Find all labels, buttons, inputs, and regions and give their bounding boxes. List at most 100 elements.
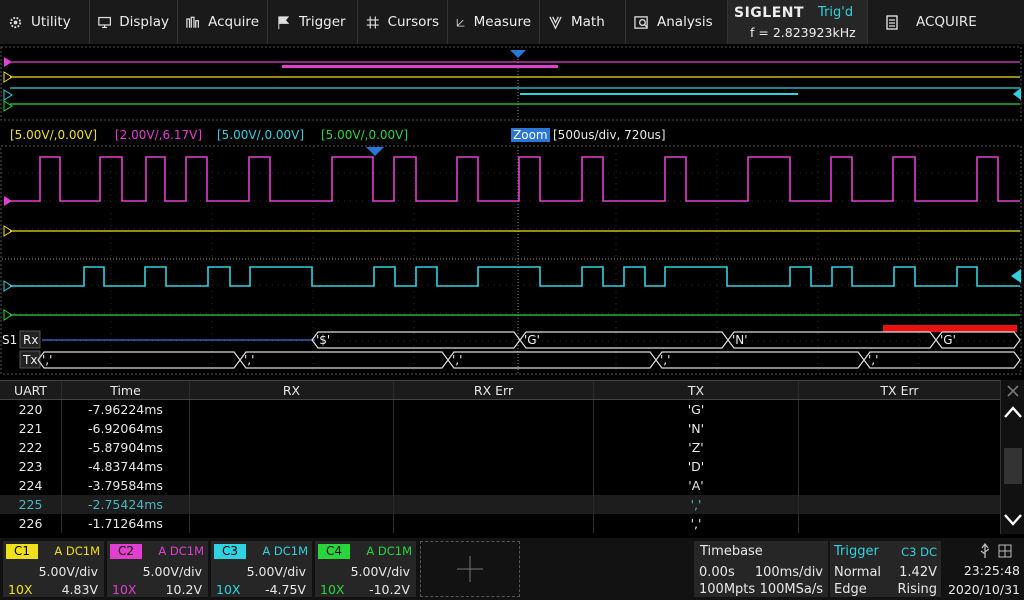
cell-rxerr bbox=[394, 495, 594, 514]
decode-frame-value: 'G' bbox=[524, 333, 540, 347]
trigger-position-marker[interactable] bbox=[510, 50, 526, 58]
trigger-level: 1.42V bbox=[899, 565, 937, 580]
acquire-status[interactable]: ACQUIRE bbox=[868, 0, 1018, 44]
close-icon[interactable] bbox=[1006, 384, 1020, 398]
c4-offset: -10.2V bbox=[369, 582, 410, 597]
chevron-down-icon[interactable] bbox=[1003, 513, 1023, 527]
uart-decode-table[interactable]: UART Time RX RX Err TX TX Err 220 -7.9622… bbox=[0, 380, 1024, 534]
table-row[interactable]: 226 -1.71264ms ',' bbox=[0, 514, 1024, 533]
channel-3-box[interactable]: C3 A DC1M 5.00V/div 10X -4.75V bbox=[211, 541, 312, 597]
trigger-menu[interactable]: Trigger bbox=[268, 0, 358, 44]
c3-waveform bbox=[10, 266, 1020, 287]
decode-frame-value: '$' bbox=[316, 333, 330, 347]
decode-frame-value: ',' bbox=[244, 353, 254, 367]
table-row[interactable]: 223 -4.83744ms 'D' bbox=[0, 457, 1024, 476]
cell-time: -2.75424ms bbox=[62, 495, 190, 514]
header-tx: TX bbox=[594, 381, 799, 399]
c2-probe: 10X bbox=[112, 582, 137, 597]
c1-scale: 5.00V/div bbox=[38, 564, 98, 579]
channel-4-box[interactable]: C4 A DC1M 5.00V/div 10X -10.2V bbox=[315, 541, 416, 597]
cell-txerr bbox=[799, 514, 1000, 533]
cell-time: -6.92064ms bbox=[62, 419, 190, 438]
zoom-waveform-view[interactable]: S1 Rx Tx '$' 'G' 'N' 'G' ',' ',' ',' ',' ',' bbox=[0, 145, 1024, 375]
measure-icon bbox=[456, 18, 465, 27]
scrollbar-thumb[interactable] bbox=[1004, 448, 1022, 484]
cell-rxerr bbox=[394, 419, 594, 438]
cell-uart: 221 bbox=[0, 419, 62, 438]
timebase-box[interactable]: Timebase 0.00s 100ms/div 100Mpts 100MSa/… bbox=[694, 541, 828, 597]
table-row[interactable]: 221 -6.92064ms 'N' bbox=[0, 419, 1024, 438]
trigger-type: Edge bbox=[834, 582, 867, 597]
display-menu[interactable]: Display bbox=[90, 0, 178, 44]
table-row[interactable]: 220 -7.96224ms 'G' bbox=[0, 400, 1024, 419]
cell-tx: 'D' bbox=[594, 457, 799, 476]
channel-2-box[interactable]: C2 A DC1M 5.00V/div 10X 10.2V bbox=[107, 541, 208, 597]
zoom-label[interactable]: Zoom bbox=[511, 128, 550, 142]
table-row[interactable]: 222 -5.87904ms 'Z' bbox=[0, 438, 1024, 457]
acquire-menu[interactable]: Acquire bbox=[178, 0, 268, 44]
decode-frame[interactable] bbox=[37, 351, 241, 369]
chevron-up-icon[interactable] bbox=[1003, 405, 1023, 419]
c2-status: [2.00V/,6.17V] bbox=[115, 128, 203, 142]
cell-time: -7.96224ms bbox=[62, 400, 190, 419]
sample-rate: 100MSa/s bbox=[759, 582, 823, 597]
decode-frame[interactable] bbox=[727, 331, 937, 349]
usb-icon bbox=[980, 543, 990, 558]
crosshair-icon bbox=[457, 556, 483, 582]
math-menu[interactable]: Math bbox=[540, 0, 626, 44]
acquire-icon bbox=[186, 16, 199, 28]
cell-rx bbox=[190, 438, 394, 457]
cell-tx: 'Z' bbox=[594, 438, 799, 457]
decode-frame[interactable] bbox=[655, 351, 865, 369]
frequency-readout: f = 2.823923kHz bbox=[750, 24, 856, 40]
cell-txerr bbox=[799, 495, 1000, 514]
analysis-menu[interactable]: Analysis bbox=[626, 0, 728, 44]
c2-waveform bbox=[10, 156, 1020, 202]
cursors-menu[interactable]: Cursors bbox=[358, 0, 448, 44]
rx-frames: '$' 'G' 'N' 'G' bbox=[311, 331, 1021, 349]
trigger-level-marker[interactable] bbox=[1013, 88, 1021, 100]
c3-marker[interactable] bbox=[3, 89, 13, 101]
decode-frame-value: ',' bbox=[660, 353, 670, 367]
c2-marker[interactable] bbox=[4, 57, 12, 67]
cell-uart: 223 bbox=[0, 457, 62, 476]
c4-status: [5.00V/,0.00V] bbox=[321, 128, 409, 142]
utility-menu[interactable]: Utility bbox=[0, 0, 90, 44]
cell-rxerr bbox=[394, 400, 594, 419]
empty-channel-slot[interactable] bbox=[420, 541, 520, 597]
clock-box: 23:25:48 2020/10/31 bbox=[944, 541, 1024, 597]
c2-offset-marker[interactable] bbox=[4, 196, 12, 206]
decode-frame[interactable] bbox=[863, 351, 1021, 369]
cell-rx bbox=[190, 400, 394, 419]
display-label: Display bbox=[119, 14, 169, 30]
table-row[interactable]: 225 -2.75424ms ',' bbox=[0, 495, 1024, 514]
trigger-box[interactable]: Trigger C3 DC Normal 1.42V Edge Rising bbox=[830, 541, 941, 597]
table-row[interactable]: 224 -3.79584ms 'A' bbox=[0, 476, 1024, 495]
zoom-info: [500us/div, 720us] bbox=[553, 128, 666, 142]
overview-waveform[interactable] bbox=[0, 46, 1024, 124]
c4-tag: C4 bbox=[318, 544, 350, 559]
measure-menu[interactable]: Measure bbox=[448, 0, 540, 44]
cell-rx bbox=[190, 457, 394, 476]
c3-status: [5.00V/,0.00V] bbox=[217, 128, 305, 142]
decode-frame-value: 'N' bbox=[732, 333, 748, 347]
tx-frames: ',' ',' ',' ',' ',' bbox=[37, 351, 1021, 369]
header-uart: UART bbox=[0, 381, 62, 399]
decode-frame[interactable] bbox=[311, 331, 521, 349]
cell-txerr bbox=[799, 438, 1000, 457]
cell-txerr bbox=[799, 457, 1000, 476]
zoom-trigger-marker[interactable] bbox=[366, 147, 384, 156]
gear-icon bbox=[9, 16, 22, 28]
monitor-icon bbox=[98, 16, 112, 28]
decode-frame[interactable] bbox=[239, 351, 449, 369]
c2-tag: C2 bbox=[110, 544, 142, 559]
table-scrollbar[interactable] bbox=[1000, 380, 1024, 534]
c4-marker[interactable] bbox=[3, 100, 13, 112]
channel-1-box[interactable]: C1 A DC1M 5.00V/div 10X 4.83V bbox=[3, 541, 104, 597]
cell-tx: 'N' bbox=[594, 419, 799, 438]
cursors-label: Cursors bbox=[387, 14, 439, 30]
table-body: 220 -7.96224ms 'G' 221 -6.92064ms 'N' 222 -5.87… bbox=[0, 400, 1024, 533]
decode-frame[interactable] bbox=[519, 331, 729, 349]
zoom-trigger-level-marker[interactable] bbox=[1011, 269, 1021, 283]
decode-frame[interactable] bbox=[447, 351, 657, 369]
